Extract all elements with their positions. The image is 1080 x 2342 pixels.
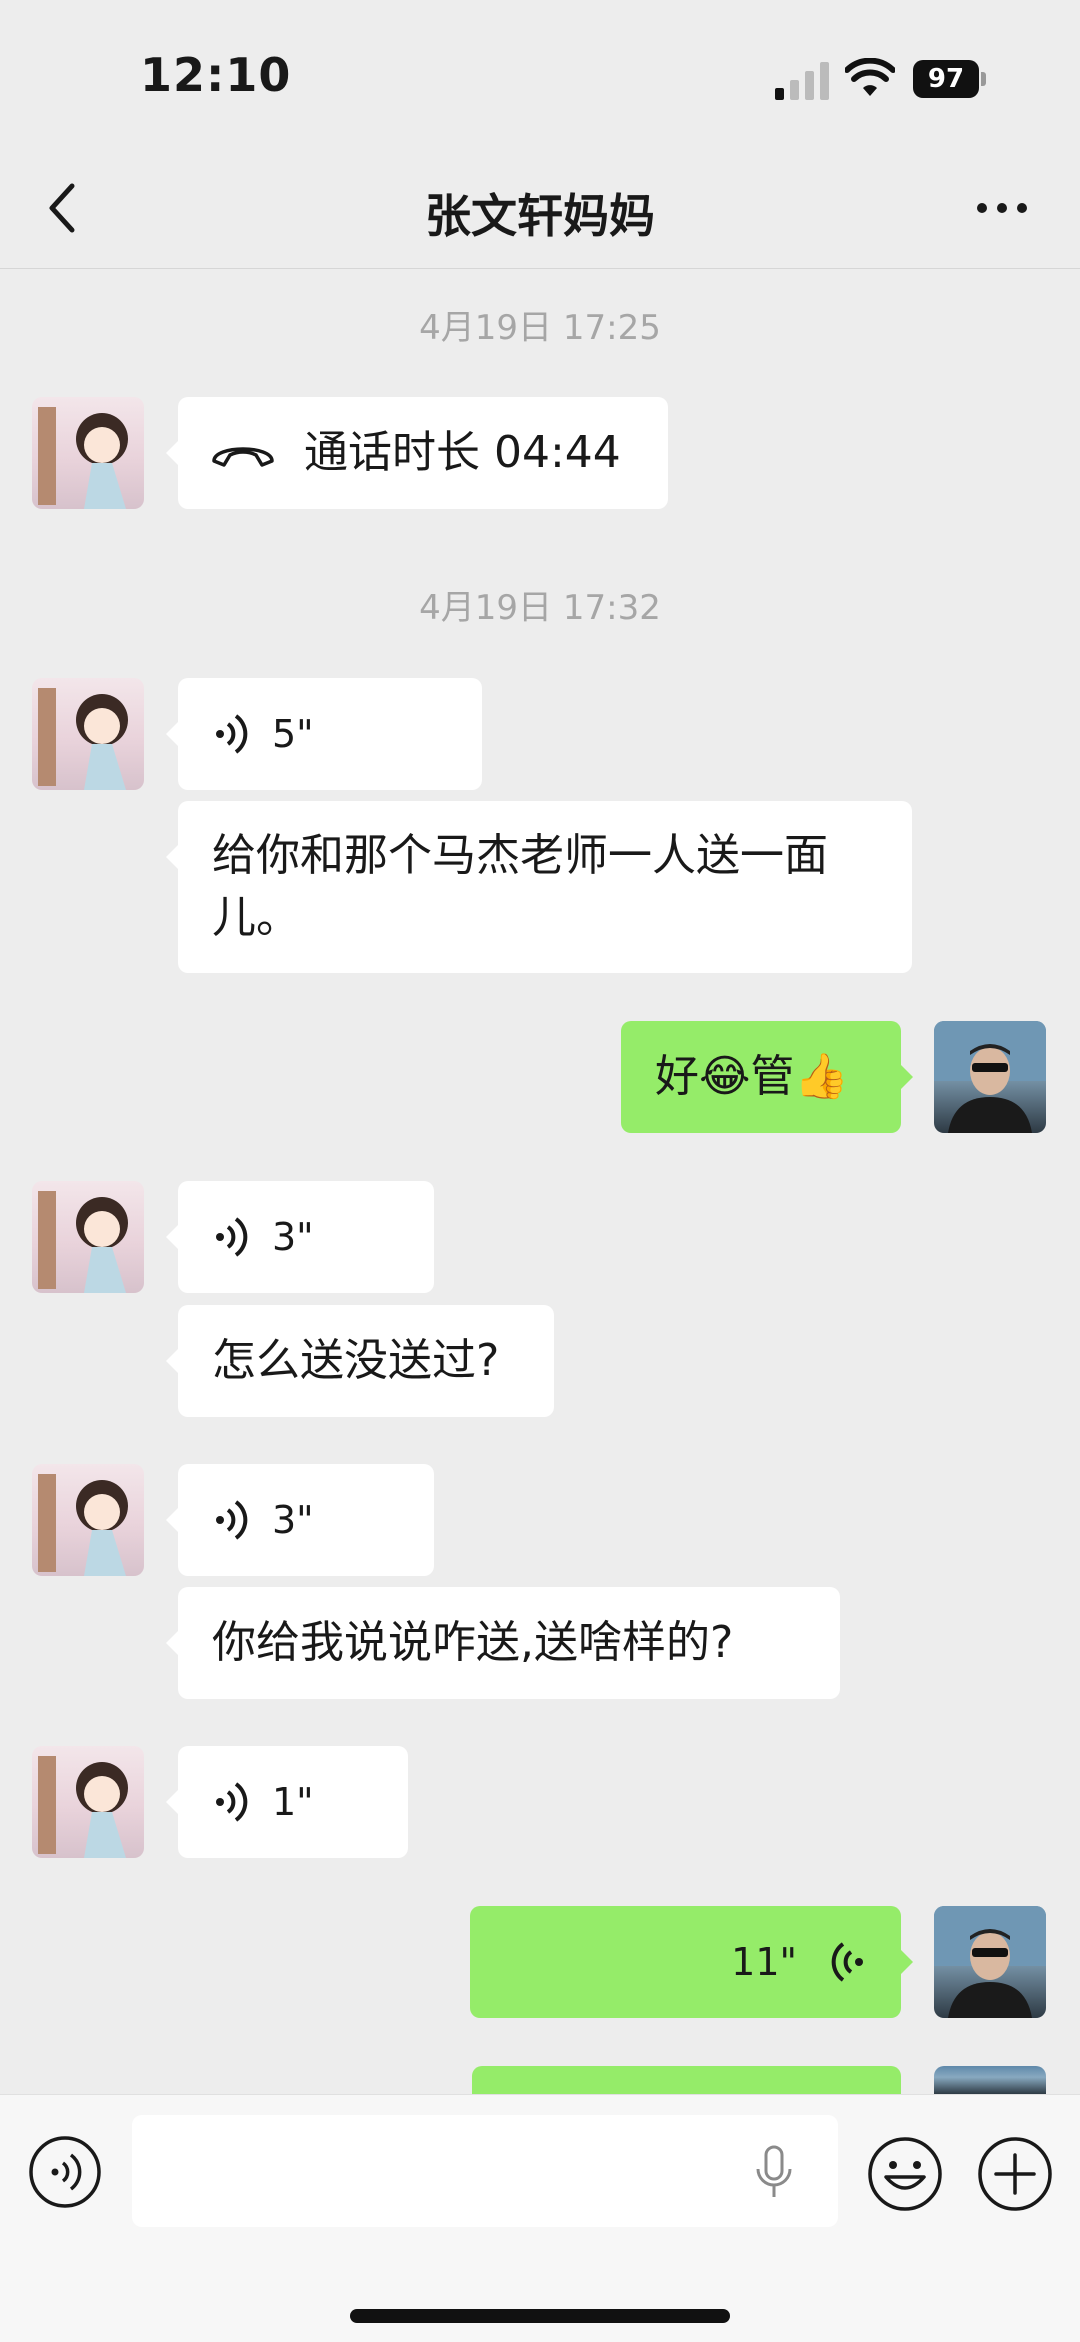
chat-header: 张文轩妈妈 bbox=[0, 150, 1080, 269]
battery-level: 97 bbox=[913, 60, 979, 98]
plus-icon[interactable] bbox=[976, 2135, 1054, 2213]
wifi-icon bbox=[845, 58, 895, 96]
voice-duration: 3" bbox=[272, 1498, 314, 1542]
my-avatar[interactable] bbox=[934, 1021, 1046, 1133]
voice-wave-icon bbox=[216, 1217, 248, 1257]
avatar-illustration bbox=[38, 1474, 128, 1576]
text-message-bubble[interactable]: 你给我说说咋送,送啥样的? bbox=[166, 1587, 840, 1699]
status-bar: 12:10 97 bbox=[0, 0, 1080, 150]
voice-message-bubble[interactable]: 1" bbox=[166, 1746, 408, 1858]
my-avatar[interactable] bbox=[934, 2066, 1046, 2094]
avatar-illustration bbox=[38, 1756, 128, 1858]
voice-mode-icon[interactable] bbox=[28, 2135, 102, 2209]
microphone-icon[interactable] bbox=[754, 2145, 794, 2201]
avatar-illustration bbox=[38, 407, 128, 509]
voice-duration: 3" bbox=[272, 1215, 314, 1259]
message-input[interactable] bbox=[132, 2115, 838, 2227]
chat-input-bar bbox=[0, 2094, 1080, 2342]
sent-text-bubble[interactable]: 好😂管👍 bbox=[621, 1021, 913, 1133]
contact-avatar[interactable] bbox=[32, 397, 144, 509]
sent-voice-bubble[interactable]: 11" bbox=[470, 1906, 913, 2018]
voice-duration: 5" bbox=[272, 712, 314, 756]
timestamp: 4月19日 17:32 bbox=[419, 588, 661, 628]
message-text: 好😂管👍 bbox=[655, 1051, 850, 1102]
call-duration-text: 通话时长 04:44 bbox=[304, 427, 621, 478]
battery-icon: 97 bbox=[913, 60, 986, 98]
status-time: 12:10 bbox=[140, 48, 292, 102]
message-text: 你给我说说咋送,送啥样的? bbox=[212, 1617, 734, 1668]
message-text: 怎么送没送过? bbox=[212, 1335, 500, 1386]
avatar-photo bbox=[934, 1021, 1046, 1133]
call-record-bubble[interactable]: 通话时长 04:44 bbox=[166, 397, 668, 509]
signal-icon bbox=[775, 62, 829, 100]
chat-title: 张文轩妈妈 bbox=[425, 189, 655, 243]
voice-message-bubble[interactable]: 3" bbox=[166, 1464, 434, 1576]
contact-avatar[interactable] bbox=[32, 1181, 144, 1293]
text-message-bubble[interactable]: 给你和那个马杰老师一人送一面儿。 bbox=[166, 801, 912, 973]
message-text: 给你和那个马杰老师一人送一面儿。 bbox=[212, 830, 828, 943]
voice-wave-icon bbox=[216, 714, 248, 754]
text-message-bubble[interactable]: 怎么送没送过? bbox=[166, 1305, 554, 1417]
contact-avatar[interactable] bbox=[32, 1746, 144, 1858]
voice-duration: 11" bbox=[731, 1940, 797, 1984]
voice-message-bubble[interactable]: 3" bbox=[166, 1181, 434, 1293]
avatar-photo bbox=[934, 1906, 1046, 2018]
phone-icon bbox=[212, 447, 274, 467]
emoji-icon[interactable] bbox=[866, 2135, 944, 2213]
home-indicator[interactable] bbox=[350, 2309, 730, 2323]
voice-wave-icon bbox=[831, 1942, 863, 1982]
voice-wave-icon bbox=[216, 1500, 248, 1540]
timestamp: 4月19日 17:25 bbox=[419, 308, 661, 348]
voice-message-bubble[interactable]: 5" bbox=[166, 678, 482, 790]
contact-avatar[interactable] bbox=[32, 678, 144, 790]
avatar-illustration bbox=[38, 688, 128, 790]
avatar-illustration bbox=[38, 1191, 128, 1293]
voice-duration: 1" bbox=[272, 1780, 314, 1824]
voice-wave-icon bbox=[216, 1782, 248, 1822]
more-icon[interactable] bbox=[972, 188, 1032, 228]
my-avatar[interactable] bbox=[934, 1906, 1046, 2018]
contact-avatar[interactable] bbox=[32, 1464, 144, 1576]
sent-message-bubble-partial[interactable] bbox=[472, 2066, 913, 2136]
